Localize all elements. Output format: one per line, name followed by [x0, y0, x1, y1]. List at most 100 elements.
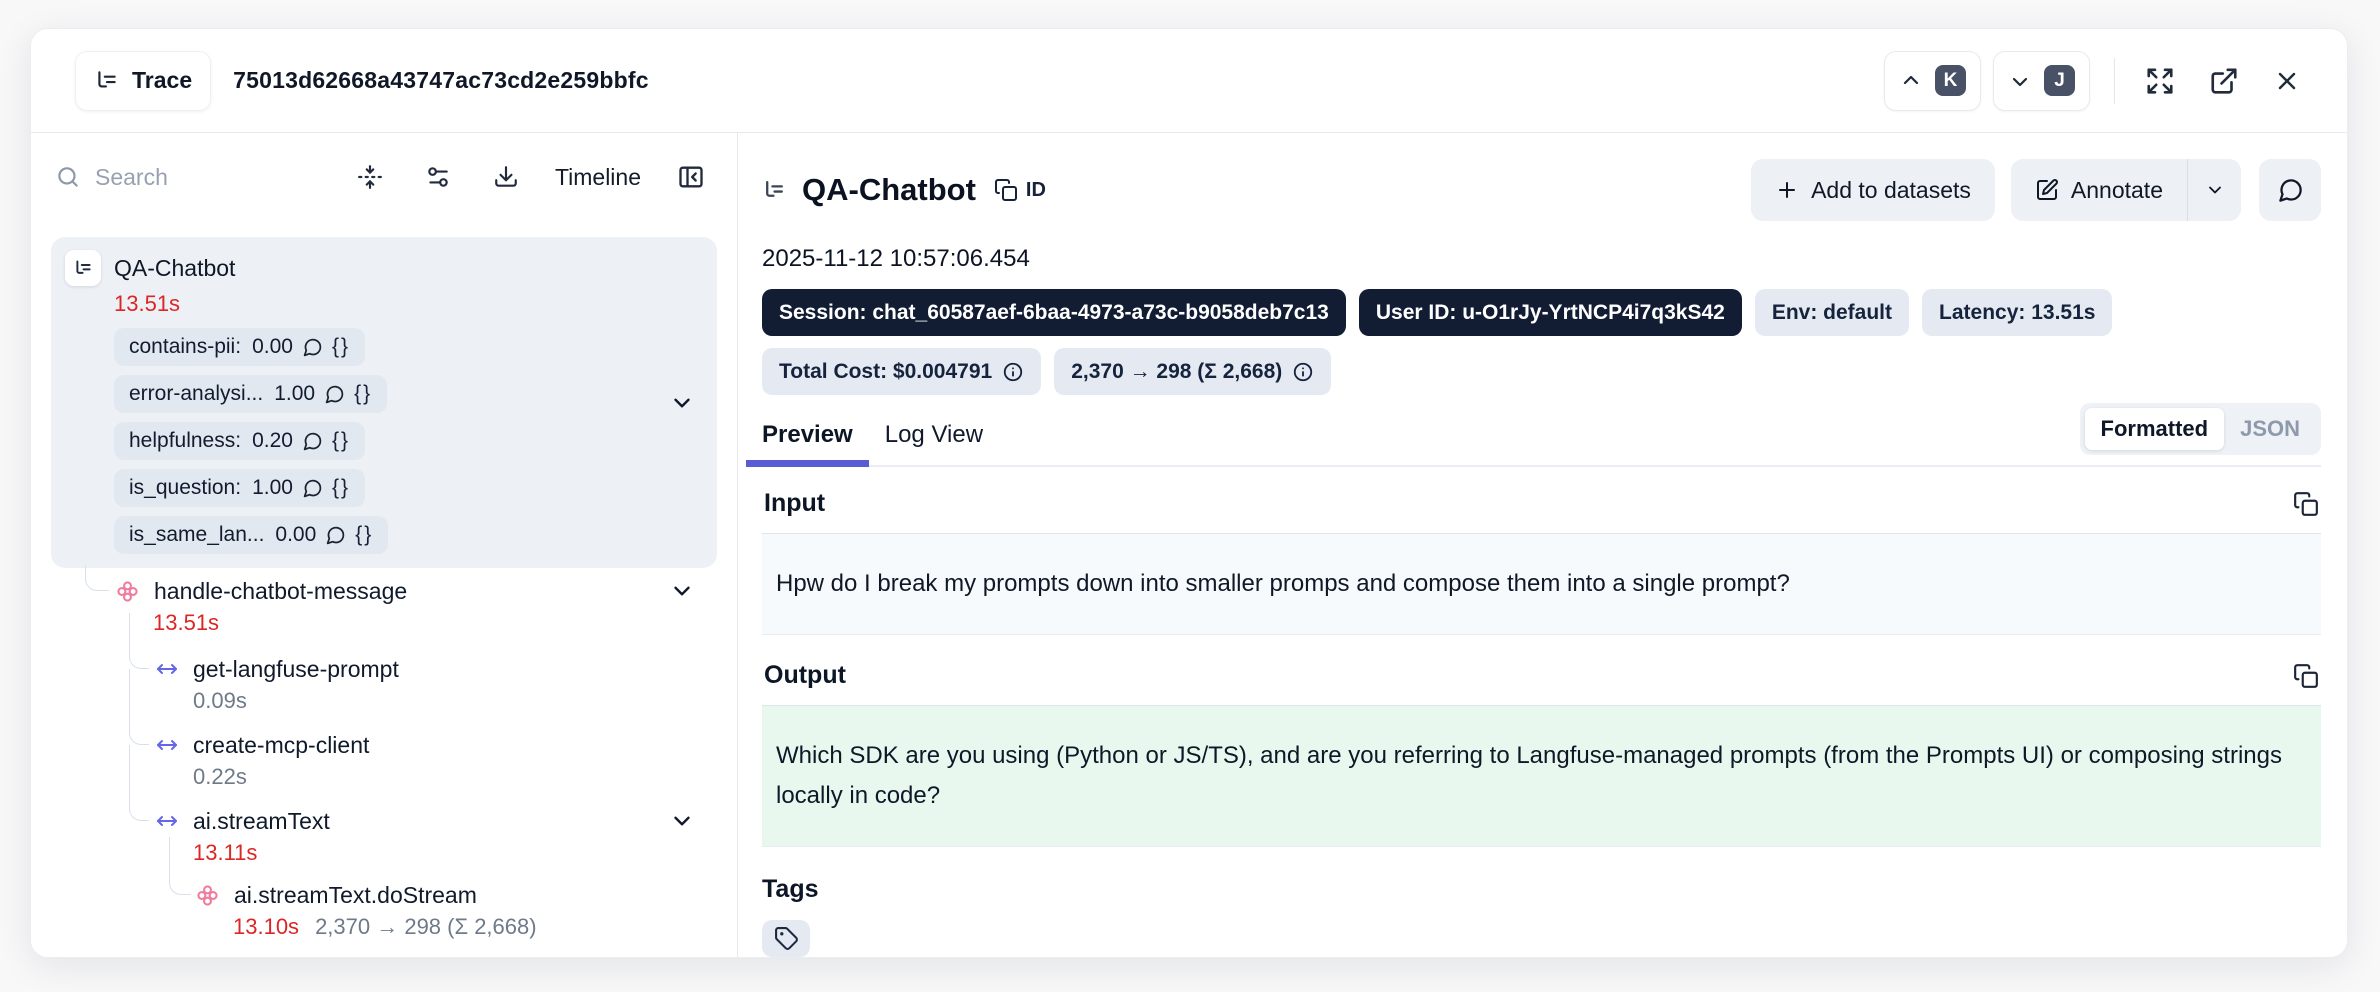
score-metadata-braces: {}	[332, 476, 350, 500]
collapse-trace-chevron[interactable]	[669, 390, 695, 416]
copy-id-button[interactable]: ID	[994, 178, 1046, 202]
generation-icon	[195, 883, 220, 908]
download-button[interactable]	[487, 158, 525, 196]
tab-preview[interactable]: Preview	[746, 421, 869, 465]
tab-log-view[interactable]: Log View	[869, 421, 999, 465]
score-chip-error-analysis[interactable]: error-analysi... 1.00 {}	[114, 375, 387, 413]
keyboard-shortcut-k: K	[1935, 65, 1966, 96]
comment-bubble-icon	[325, 525, 346, 546]
info-icon[interactable]	[1292, 361, 1314, 383]
collapse-span-chevron[interactable]	[669, 808, 695, 834]
span-latency: 13.51s	[153, 610, 219, 636]
keyboard-shortcut-j: J	[2044, 65, 2075, 96]
tree-node-get-langfuse-prompt[interactable]: get-langfuse-prompt 0.09s	[51, 652, 717, 716]
user-id-badge[interactable]: User ID: u-O1rJy-YrtNCP4i7q3kS42	[1359, 289, 1742, 336]
span-arrows-icon	[155, 733, 179, 757]
list-tree-icon	[73, 258, 94, 279]
comment-bubble-icon	[2277, 177, 2304, 204]
env-badge: Env: default	[1755, 289, 1909, 336]
annotate-label: Annotate	[2071, 177, 2163, 204]
span-name: ai.streamText	[193, 808, 330, 835]
output-section-header: Output	[762, 635, 2321, 705]
input-content: Hpw do I break my prompts down into smal…	[762, 533, 2321, 635]
comment-bubble-icon	[302, 478, 323, 499]
view-settings-button[interactable]	[419, 158, 457, 196]
format-option-json[interactable]: JSON	[2224, 408, 2316, 450]
annotate-button[interactable]: Annotate	[2011, 159, 2187, 221]
topbar-controls: K J	[1884, 51, 2307, 111]
latency-badge: Latency: 13.51s	[1922, 289, 2112, 336]
badge-row-primary: Session: chat_60587aef-6baa-4973-a73c-b9…	[762, 289, 2321, 336]
copy-input-button[interactable]	[2293, 491, 2319, 517]
comment-bubble-icon	[302, 431, 323, 452]
close-button[interactable]	[2267, 61, 2307, 101]
score-value: 0.20	[252, 429, 293, 453]
collapse-panel-button[interactable]	[671, 157, 711, 197]
score-chip-contains-pii[interactable]: contains-pii: 0.00 {}	[114, 328, 365, 366]
comments-button[interactable]	[2259, 159, 2321, 221]
next-trace-button[interactable]: J	[1993, 51, 2090, 111]
span-name: get-langfuse-prompt	[193, 656, 399, 683]
input-heading: Input	[764, 489, 825, 518]
tree-node-trace[interactable]: QA-Chatbot 13.51s contains-pii: 0.00 {} …	[51, 237, 717, 568]
main-header: QA-Chatbot ID Add to datasets	[762, 159, 2321, 221]
span-latency: 13.10s	[233, 914, 299, 940]
trace-type-badge: Trace	[75, 51, 211, 111]
score-chip-is-question[interactable]: is_question: 1.00 {}	[114, 469, 365, 507]
span-name: create-mcp-client	[193, 732, 369, 759]
badge-row-secondary: Total Cost: $0.004791 2,370 → 298 (Σ 2,6…	[762, 348, 2321, 395]
search-input[interactable]	[95, 164, 315, 191]
trace-badge-label: Trace	[132, 67, 192, 94]
trace-node-latency: 13.51s	[114, 289, 701, 319]
trace-node-icon-chip	[65, 250, 101, 286]
score-metadata-braces: {}	[354, 382, 372, 406]
trace-tree-sidebar: Timeline	[31, 133, 738, 957]
main-actions: Add to datasets Annotate	[1751, 159, 2321, 221]
chevron-down-icon	[2205, 180, 2225, 200]
download-icon	[493, 164, 519, 190]
copy-output-button[interactable]	[2293, 663, 2319, 689]
external-link-icon	[2209, 66, 2239, 96]
topbar: Trace 75013d62668a43747ac73cd2e259bbfc K…	[31, 29, 2347, 133]
tree-node-ai-streamtext[interactable]: ai.streamText 13.11s	[51, 804, 717, 868]
sidebar-header: Timeline	[31, 133, 737, 221]
trace-tree: QA-Chatbot 13.51s contains-pii: 0.00 {} …	[31, 221, 737, 957]
prev-trace-button[interactable]: K	[1884, 51, 1981, 111]
output-content: Which SDK are you using (Python or JS/TS…	[762, 705, 2321, 847]
score-value: 0.00	[275, 523, 316, 547]
score-metadata-braces: {}	[332, 335, 350, 359]
score-chip-helpfulness[interactable]: helpfulness: 0.20 {}	[114, 422, 365, 460]
tree-node-ai-streamtext-dostream[interactable]: ai.streamText.doStream 13.10s 2,370 → 29…	[51, 878, 717, 942]
score-name: error-analysi...	[129, 382, 263, 406]
topbar-divider	[2114, 58, 2115, 104]
format-option-formatted[interactable]: Formatted	[2085, 408, 2225, 450]
add-tag-button[interactable]	[762, 920, 810, 957]
expand-icon	[2145, 66, 2175, 96]
annotate-dropdown-button[interactable]	[2187, 159, 2241, 221]
chevron-up-icon	[1899, 69, 1923, 93]
expand-fullscreen-button[interactable]	[2139, 60, 2181, 102]
tags-heading: Tags	[762, 875, 2321, 904]
edit-pen-icon	[2035, 178, 2059, 202]
copy-icon	[994, 178, 1018, 202]
tree-node-create-mcp-client[interactable]: create-mcp-client 0.22s	[51, 728, 717, 792]
add-to-datasets-button[interactable]: Add to datasets	[1751, 159, 1995, 221]
score-value: 1.00	[252, 476, 293, 500]
tag-icon	[774, 926, 799, 951]
span-arrows-icon	[155, 809, 179, 833]
info-icon[interactable]	[1002, 361, 1024, 383]
tree-node-handle-chatbot-message[interactable]: handle-chatbot-message 13.51s	[51, 574, 717, 638]
input-section-header: Input	[762, 467, 2321, 533]
score-name: contains-pii:	[129, 335, 241, 359]
timeline-toggle[interactable]: Timeline	[555, 164, 641, 191]
comment-bubble-icon	[302, 337, 323, 358]
collapse-all-button[interactable]	[351, 158, 389, 196]
list-tree-icon	[94, 68, 120, 94]
score-chip-is-same-language[interactable]: is_same_lan... 0.00 {}	[114, 516, 388, 554]
score-name: helpfulness:	[129, 429, 241, 453]
open-external-button[interactable]	[2203, 60, 2245, 102]
search-icon	[55, 164, 81, 190]
trace-timestamp: 2025-11-12 10:57:06.454	[762, 245, 2321, 273]
collapse-span-chevron[interactable]	[669, 578, 695, 604]
session-badge[interactable]: Session: chat_60587aef-6baa-4973-a73c-b9…	[762, 289, 1346, 336]
